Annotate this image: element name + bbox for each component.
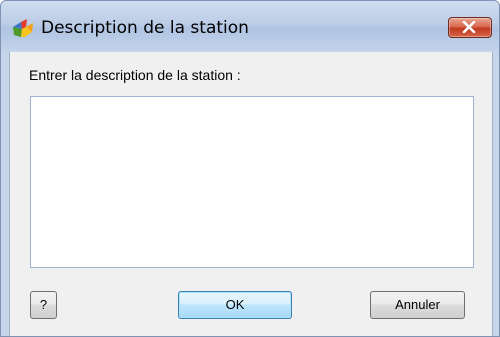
dialog-window: Description de la station Entrer la desc… — [0, 0, 500, 337]
dialog-body: Entrer la description de la station : ? … — [9, 52, 493, 336]
window-title: Description de la station — [41, 18, 249, 38]
avg-app-icon — [13, 19, 33, 37]
close-icon — [462, 21, 476, 33]
close-button[interactable] — [448, 17, 492, 38]
title-bar[interactable]: Description de la station — [1, 1, 499, 51]
description-textarea[interactable] — [30, 96, 474, 268]
ok-button[interactable]: OK — [178, 291, 292, 319]
description-prompt-label: Entrer la description de la station : — [29, 67, 241, 83]
help-button[interactable]: ? — [30, 291, 57, 319]
cancel-button[interactable]: Annuler — [370, 291, 465, 319]
